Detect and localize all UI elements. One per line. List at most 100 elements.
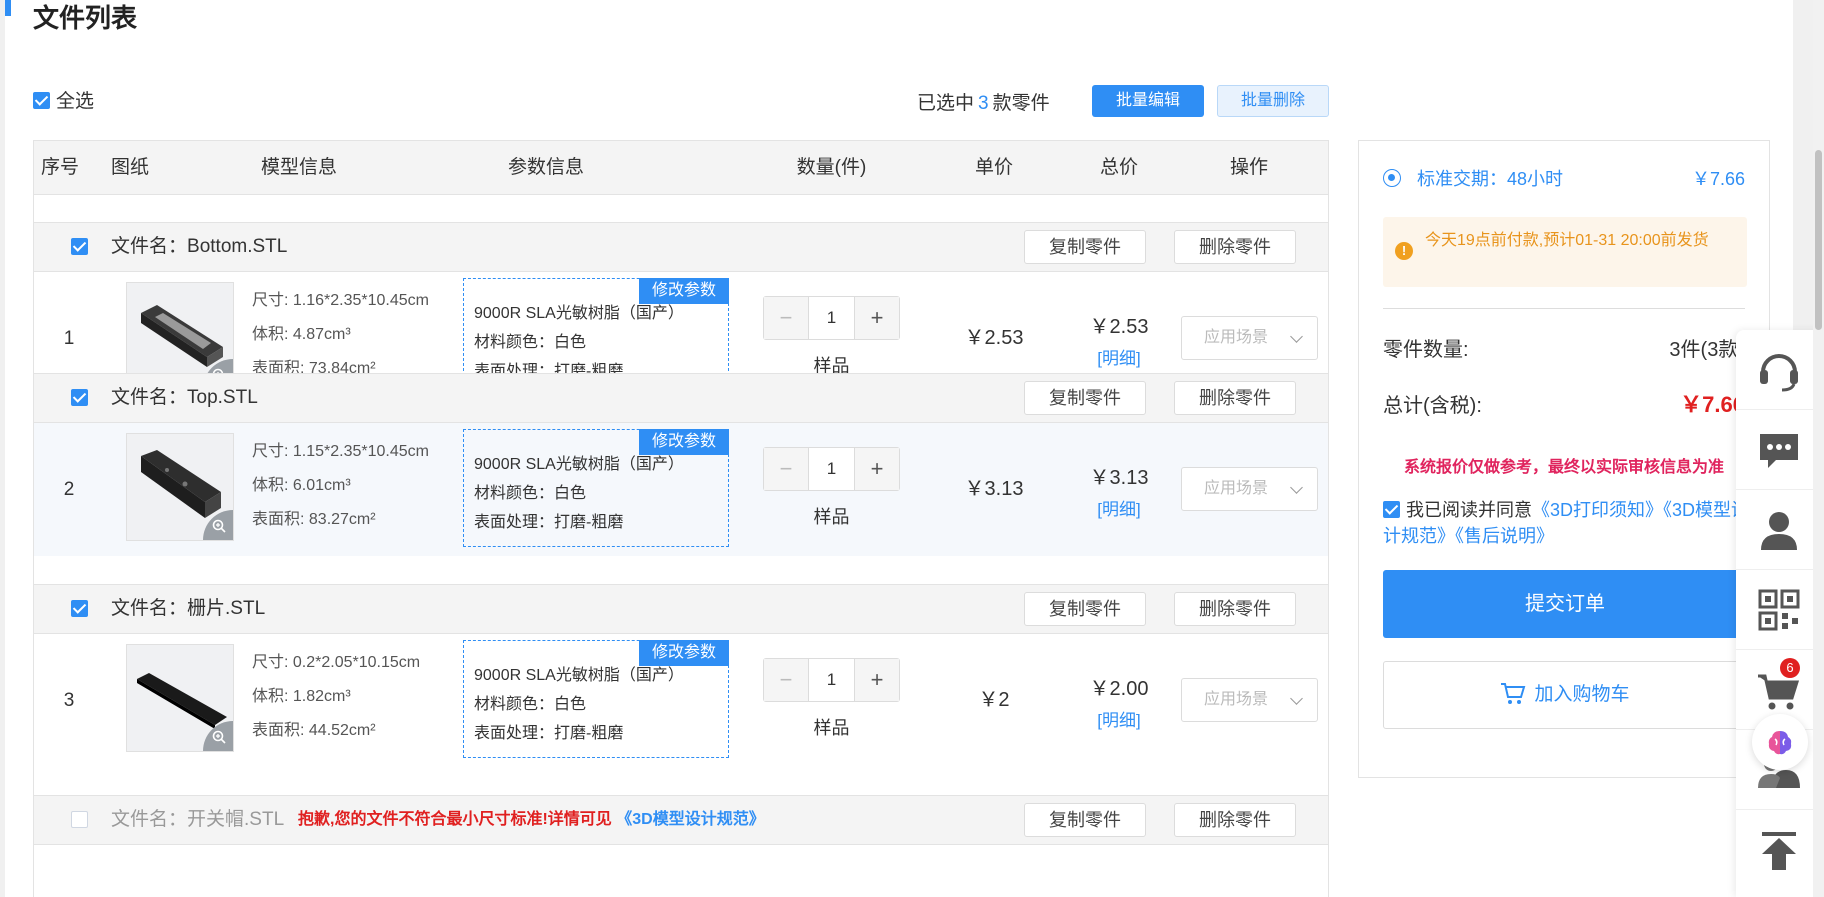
decrement-button[interactable]: − <box>764 297 809 339</box>
divider <box>1383 308 1745 309</box>
batch-edit-button[interactable]: 批量编辑 <box>1092 85 1204 117</box>
model-volume: 体积: 1.82cm³ <box>252 688 351 705</box>
selection-info: 已选中 3 款零件 <box>917 88 1050 115</box>
total-label: 总计(含税): <box>1383 395 1482 417</box>
batch-delete-button[interactable]: 批量删除 <box>1217 85 1329 117</box>
param-box[interactable]: 修改参数 9000R SLA光敏树脂（国产） 材料颜色：白色 表面处理：打磨-粗… <box>463 429 729 547</box>
quantity-stepper: − 1 + <box>763 447 900 491</box>
delivery-option[interactable]: 标准交期：48小时 <box>1417 165 1563 191</box>
header-unit-price: 单价 <box>974 157 1013 178</box>
scene-select[interactable]: 应用场景 <box>1181 316 1318 360</box>
price-detail-link[interactable]: [明细] <box>1064 706 1174 731</box>
shipping-notice: ! 今天19点前付款,预计01-31 20:00前发货 <box>1383 217 1747 287</box>
parts-count-value: 3件(3款) <box>1669 339 1745 361</box>
param-finish: 表面处理：打磨-粗磨 <box>474 514 624 531</box>
param-material: 9000R SLA光敏树脂（国产） <box>474 667 684 684</box>
select-all-checkbox[interactable] <box>33 91 50 109</box>
qrcode-button[interactable] <box>1736 570 1824 650</box>
model-volume: 体积: 6.01cm³ <box>252 477 351 494</box>
increment-button[interactable]: + <box>854 448 899 490</box>
ai-assistant-button[interactable] <box>1752 714 1808 770</box>
model-area: 表面积: 83.27cm² <box>252 511 376 528</box>
param-box[interactable]: 修改参数 9000R SLA光敏树脂（国产） 材料颜色：白色 表面处理：打磨-粗… <box>463 640 729 758</box>
price-disclaimer: 系统报价仅做参考，最终以实际审核信息为准 <box>1403 459 1724 476</box>
shipping-notice-text: 今天19点前付款,预计01-31 20:00前发货 <box>1425 232 1709 249</box>
scene-select[interactable]: 应用场景 <box>1181 678 1318 722</box>
file-header: 文件名：开关帽.STL 抱歉,您的文件不符合最小尺寸标准!详情可见 《3D模型设… <box>34 795 1328 845</box>
submit-order-button[interactable]: 提交订单 <box>1383 570 1747 638</box>
file-checkbox[interactable] <box>71 600 88 617</box>
param-material: 9000R SLA光敏树脂（国产） <box>474 305 684 322</box>
design-spec-link[interactable]: 《3D模型设计规范》 <box>616 811 764 828</box>
page-scrollbar[interactable] <box>1813 0 1824 897</box>
total-price: ￥2.53 <box>1089 316 1149 338</box>
delete-part-button[interactable]: 删除零件 <box>1174 592 1296 626</box>
table-header: 序号 图纸 模型信息 参数信息 数量(件) 单价 总价 操作 <box>34 141 1328 195</box>
file-checkbox[interactable] <box>71 389 88 406</box>
part-row: 2 尺寸: 1.15*2.35*10.45cm 体积: 6.01cm³ 表面积:… <box>34 423 1328 556</box>
header-actions: 操作 <box>1229 157 1268 178</box>
print-notice-link[interactable]: 《3D打印须知》 <box>1532 500 1663 520</box>
price-detail-link[interactable]: [明细] <box>1064 344 1174 369</box>
chevron-down-icon <box>1290 481 1303 494</box>
after-sales-link[interactable]: 《售后说明》 <box>1455 526 1554 546</box>
scrollbar-thumb[interactable] <box>1815 150 1822 330</box>
model-area: 表面积: 44.52cm² <box>252 722 376 739</box>
order-summary: 标准交期：48小时 ￥7.66 ! 今天19点前付款,预计01-31 20:00… <box>1358 140 1770 778</box>
quantity-input[interactable]: 1 <box>808 297 855 339</box>
header-index: 序号 <box>40 157 79 178</box>
select-all[interactable]: 全选 <box>33 86 94 113</box>
file-header: 文件名：Bottom.STL 复制零件 删除零件 <box>34 222 1328 272</box>
copy-part-button[interactable]: 复制零件 <box>1024 381 1146 415</box>
selected-suffix: 款零件 <box>992 93 1050 114</box>
increment-button[interactable]: + <box>854 297 899 339</box>
file-name: 文件名：开关帽.STL <box>111 809 285 830</box>
agreement: 我已阅读并同意《3D打印须知》《3D模型设计规范》《售后说明》 <box>1383 497 1753 549</box>
file-checkbox[interactable] <box>71 238 88 255</box>
page: 文件列表 全选 已选中 3 款零件 批量编辑 批量删除 序号 图纸 模型信息 参数信… <box>5 0 1793 897</box>
param-color: 材料颜色：白色 <box>474 485 587 502</box>
floating-sidebar: 6 <box>1736 330 1824 897</box>
delivery-price: ￥7.66 <box>1691 169 1745 189</box>
delete-part-button[interactable]: 删除零件 <box>1174 230 1296 264</box>
row-index: 3 <box>63 690 75 711</box>
sample-label: 样品 <box>813 718 850 738</box>
quantity-stepper: − 1 + <box>763 658 900 702</box>
model-info: 尺寸: 0.2*2.05*10.15cm 体积: 1.82cm³ 表面积: 44… <box>252 646 420 748</box>
total-price: ￥3.13 <box>1089 467 1149 489</box>
header-params: 参数信息 <box>507 157 584 178</box>
back-to-top-icon <box>1762 832 1796 870</box>
customer-service-button[interactable] <box>1736 330 1824 410</box>
user-icon <box>1761 512 1797 550</box>
decrement-button[interactable]: − <box>764 448 809 490</box>
file-checkbox[interactable] <box>71 811 88 828</box>
scene-select[interactable]: 应用场景 <box>1181 467 1318 511</box>
parts-count-label: 零件数量: <box>1383 339 1469 361</box>
increment-button[interactable]: + <box>854 659 899 701</box>
selected-count: 3 <box>978 93 989 114</box>
delete-part-button[interactable]: 删除零件 <box>1174 381 1296 415</box>
file-name: 文件名：栅片.STL <box>111 598 266 619</box>
copy-part-button[interactable]: 复制零件 <box>1024 592 1146 626</box>
quantity-input[interactable]: 1 <box>808 659 855 701</box>
model-thumbnail[interactable] <box>126 644 234 752</box>
file-table: 序号 图纸 模型信息 参数信息 数量(件) 单价 总价 操作 文件名：Botto… <box>33 140 1329 897</box>
file-header: 文件名：栅片.STL 复制零件 删除零件 <box>34 584 1328 634</box>
delete-part-button[interactable]: 删除零件 <box>1174 803 1296 837</box>
param-material: 9000R SLA光敏树脂（国产） <box>474 456 684 473</box>
add-to-cart-button[interactable]: 加入购物车 <box>1383 661 1747 729</box>
message-button[interactable] <box>1736 410 1824 490</box>
price-detail-link[interactable]: [明细] <box>1064 495 1174 520</box>
quantity-input[interactable]: 1 <box>808 448 855 490</box>
agreement-checkbox[interactable] <box>1383 501 1400 519</box>
model-thumbnail[interactable] <box>126 433 234 541</box>
decrement-button[interactable]: − <box>764 659 809 701</box>
user-center-button[interactable] <box>1736 490 1824 570</box>
back-to-top-button[interactable] <box>1736 810 1824 890</box>
copy-part-button[interactable]: 复制零件 <box>1024 230 1146 264</box>
file-name: 文件名：Top.STL <box>111 387 258 408</box>
file-header: 文件名：Top.STL 复制零件 删除零件 <box>34 373 1328 423</box>
copy-part-button[interactable]: 复制零件 <box>1024 803 1146 837</box>
delivery-radio[interactable] <box>1383 169 1401 187</box>
model-size: 尺寸: 0.2*2.05*10.15cm <box>252 654 421 671</box>
